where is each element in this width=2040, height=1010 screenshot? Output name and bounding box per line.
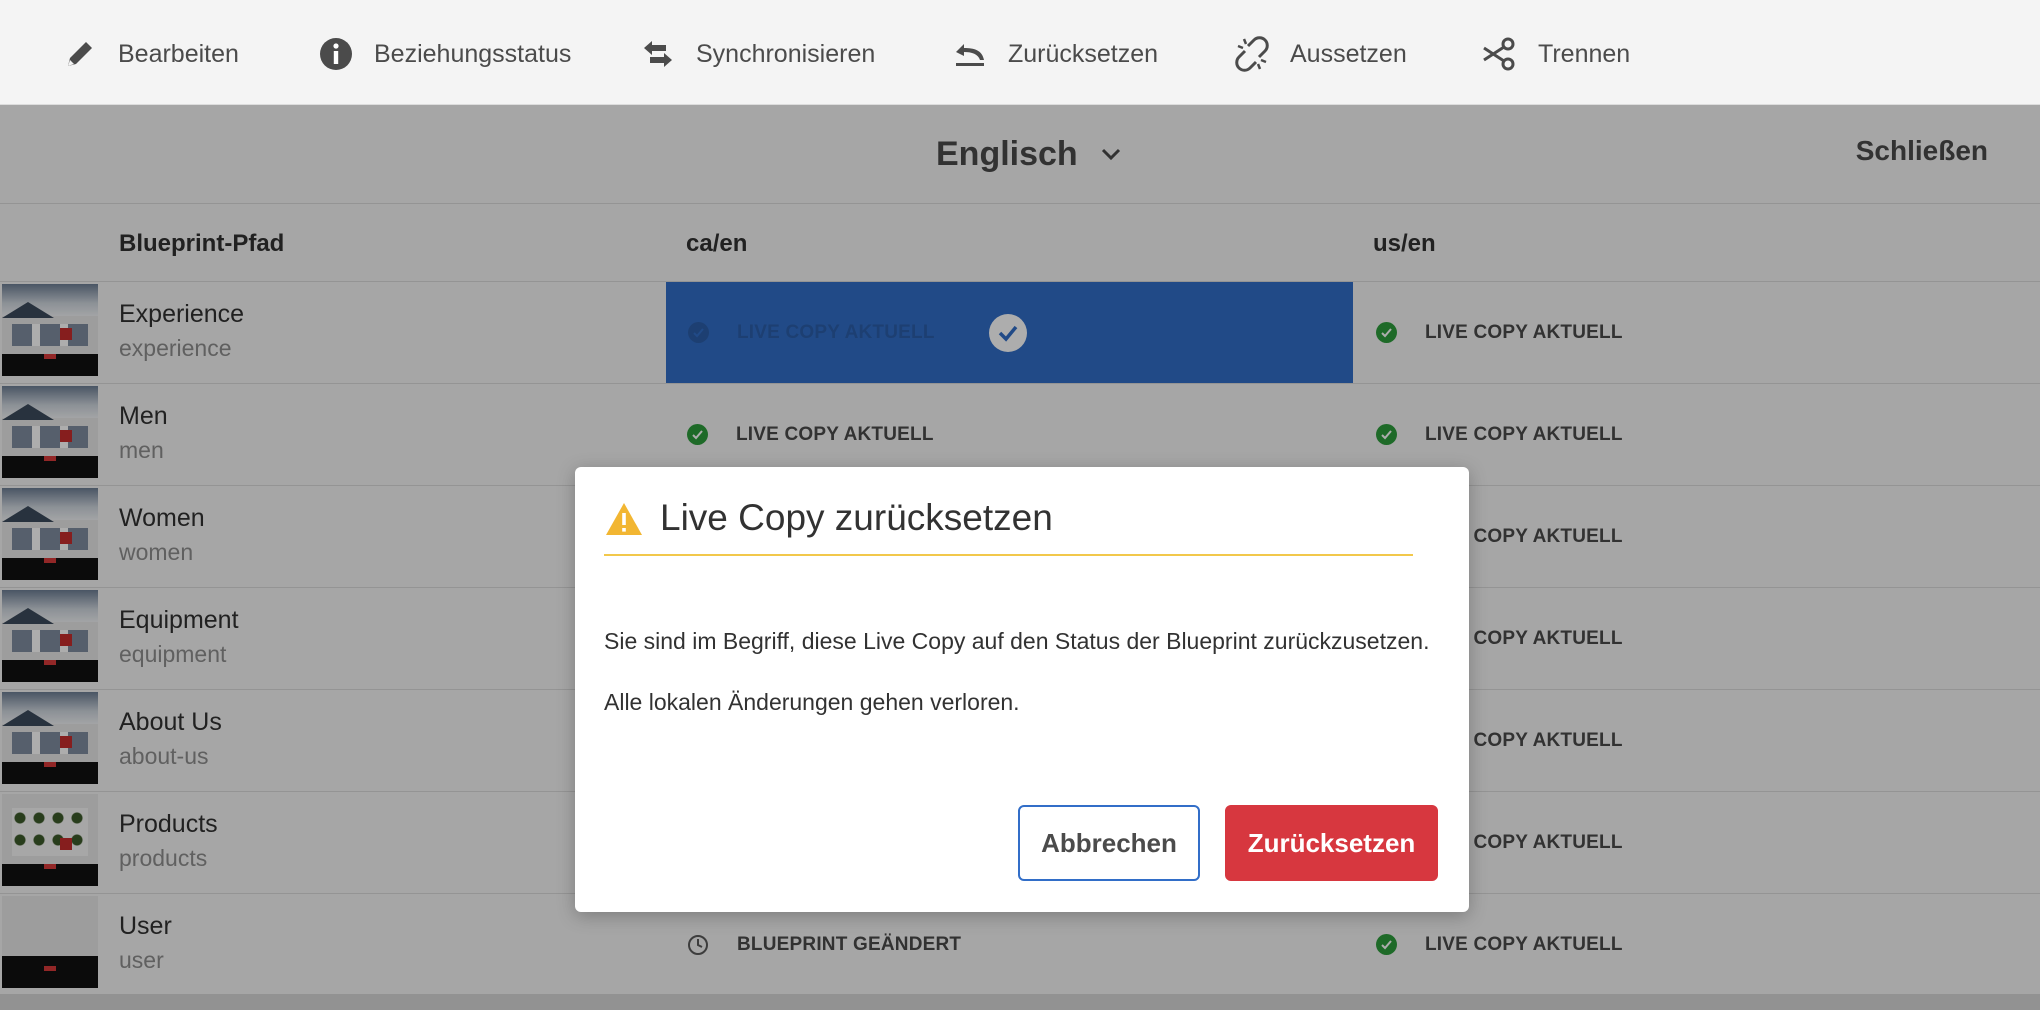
dialog-message: Sie sind im Begriff, diese Live Copy auf… (604, 628, 1430, 654)
action-toolbar: Bearbeiten Beziehungsstatus Synchronisie… (0, 0, 2040, 105)
reset-dialog: Live Copy zurücksetzen Sie sind im Begri… (575, 467, 1469, 912)
confirm-reset-button[interactable]: Zurücksetzen (1225, 805, 1438, 881)
sync-arrows-icon (644, 41, 672, 67)
suspend-button[interactable]: Aussetzen (1234, 34, 1407, 74)
edit-button[interactable]: Bearbeiten (62, 34, 239, 74)
synchronize-button[interactable]: Synchronisieren (640, 34, 875, 74)
broken-link-icon (1235, 36, 1269, 72)
suspend-label: Aussetzen (1290, 39, 1407, 68)
dialog-title: Live Copy zurücksetzen (660, 497, 1053, 538)
edit-label: Bearbeiten (118, 39, 239, 68)
dialog-warning-message: Alle lokalen Änderungen gehen verloren. (604, 689, 1020, 715)
synchronize-label: Synchronisieren (696, 39, 876, 68)
info-icon (320, 38, 352, 70)
cancel-button[interactable]: Abbrechen (1018, 805, 1200, 881)
relationship-status-button[interactable]: Beziehungsstatus (318, 34, 571, 74)
detach-label: Trennen (1538, 39, 1631, 68)
detach-button[interactable]: Trennen (1482, 34, 1630, 74)
undo-icon (956, 44, 984, 66)
scissors-icon (1483, 37, 1515, 71)
pencil-icon (68, 42, 92, 66)
relationship-status-label: Beziehungsstatus (374, 39, 572, 68)
reset-button[interactable]: Zurücksetzen (952, 34, 1158, 74)
dialog-header: Live Copy zurücksetzen (604, 497, 1413, 556)
reset-label: Zurücksetzen (1008, 39, 1159, 68)
warning-icon (606, 503, 642, 535)
